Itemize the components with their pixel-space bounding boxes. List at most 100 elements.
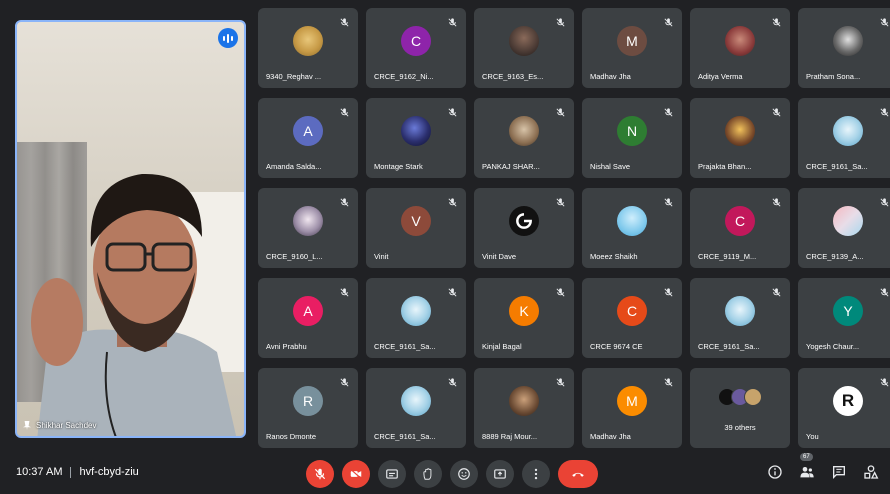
participant-tile[interactable]: PANKAJ SHAR... xyxy=(474,98,574,178)
participant-name: CRCE_9160_L... xyxy=(266,252,323,261)
meeting-details-button[interactable] xyxy=(766,463,784,481)
raise-hand-button[interactable] xyxy=(414,460,442,488)
avatar xyxy=(401,296,431,326)
leave-call-button[interactable] xyxy=(558,460,598,488)
participant-tile[interactable]: R Ranos Dmonte xyxy=(258,368,358,448)
participant-tile[interactable]: Y Yogesh Chaur... xyxy=(798,278,890,358)
mic-off-icon xyxy=(339,195,350,207)
mic-off-icon xyxy=(339,285,350,297)
participant-tile[interactable]: 9340_Reghav ... xyxy=(258,8,358,88)
participant-tile[interactable]: CRCE_9161_Sa... xyxy=(366,368,466,448)
others-label: 39 others xyxy=(724,423,756,432)
participant-tile[interactable]: CRCE_9161_Sa... xyxy=(798,98,890,178)
avatar xyxy=(833,116,863,146)
mic-off-icon xyxy=(771,195,782,207)
participant-tile[interactable]: CRCE_9163_Es... xyxy=(474,8,574,88)
participant-tile[interactable]: C CRCE_9162_Ni... xyxy=(366,8,466,88)
avatar: A xyxy=(293,296,323,326)
participant-tile[interactable]: A Avni Prabhu xyxy=(258,278,358,358)
more-options-button[interactable] xyxy=(522,460,550,488)
participant-name: Vinit xyxy=(374,252,389,261)
others-avatar-stack xyxy=(718,388,762,406)
others-tile[interactable]: 39 others xyxy=(690,368,790,448)
chat-button[interactable] xyxy=(830,463,848,481)
reactions-button[interactable] xyxy=(450,460,478,488)
present-screen-icon xyxy=(494,469,506,479)
participant-tile[interactable]: CRCE_9161_Sa... xyxy=(366,278,466,358)
participant-tile[interactable]: Montage Stark xyxy=(366,98,466,178)
side-panel-controls: 67 xyxy=(766,453,880,481)
avatar xyxy=(725,26,755,56)
participant-tile[interactable]: Moeez Shaikh xyxy=(582,188,682,268)
participant-tile[interactable]: CRCE_9161_Sa... xyxy=(690,278,790,358)
avatar-letter: R xyxy=(302,393,314,409)
participant-name: CRCE_9161_Sa... xyxy=(374,342,436,351)
mic-off-icon xyxy=(663,375,674,387)
participant-name: Madhav Jha xyxy=(590,432,631,441)
participant-tile[interactable]: Aditya Verma xyxy=(690,8,790,88)
speaking-indicator-icon xyxy=(218,28,238,48)
mic-off-icon xyxy=(339,105,350,117)
avatar-letter: C xyxy=(410,33,422,49)
participants-button[interactable]: 67 xyxy=(798,453,816,481)
participant-tile[interactable]: V Vinit xyxy=(366,188,466,268)
participant-tile[interactable]: 8889 Raj Mour... xyxy=(474,368,574,448)
mic-off-icon xyxy=(771,285,782,297)
more-vert-icon xyxy=(534,468,538,480)
avatar-letter: K xyxy=(519,303,529,319)
participant-tile[interactable]: CRCE_9139_A... xyxy=(798,188,890,268)
participant-name: Yogesh Chaur... xyxy=(806,342,860,351)
avatar-letter: V xyxy=(411,213,421,229)
mic-off-icon xyxy=(879,15,890,27)
self-tile[interactable]: R You xyxy=(798,368,890,448)
mic-toggle-button[interactable] xyxy=(306,460,334,488)
avatar: K xyxy=(509,296,539,326)
participant-name: CRCE_9161_Sa... xyxy=(374,432,436,441)
avatar: V xyxy=(401,206,431,236)
mic-off-icon xyxy=(879,195,890,207)
mic-off-icon xyxy=(663,15,674,27)
participant-name: Amanda Salda... xyxy=(266,162,322,171)
avatar-letter: M xyxy=(626,33,638,49)
participant-tile[interactable]: M Madhav Jha xyxy=(582,368,682,448)
participant-name: CRCE_9161_Sa... xyxy=(698,342,760,351)
participant-tile[interactable]: Prajakta Bhan... xyxy=(690,98,790,178)
avatar-letter: N xyxy=(626,123,638,139)
participant-tile[interactable]: CRCE_9160_L... xyxy=(258,188,358,268)
mic-off-icon xyxy=(555,15,566,27)
avatar: C xyxy=(617,296,647,326)
participant-tile[interactable]: Pratham Sona... xyxy=(798,8,890,88)
hang-up-icon xyxy=(572,472,584,477)
participant-name: CRCE_9119_M... xyxy=(698,252,757,261)
avatar xyxy=(509,206,539,236)
activities-button[interactable] xyxy=(862,463,880,481)
participant-tile[interactable]: M Madhav Jha xyxy=(582,8,682,88)
mic-off-icon xyxy=(447,375,458,387)
avatar: A xyxy=(293,116,323,146)
participant-tile[interactable]: N Nishal Save xyxy=(582,98,682,178)
emoji-icon xyxy=(458,468,470,480)
avatar xyxy=(401,116,431,146)
mic-off-icon xyxy=(447,15,458,27)
avatar xyxy=(617,206,647,236)
participant-name: Moeez Shaikh xyxy=(590,252,638,261)
clock-time: 10:37 AM xyxy=(16,466,63,478)
participant-name: PANKAJ SHAR... xyxy=(482,162,540,171)
pin-icon[interactable] xyxy=(23,421,31,430)
participant-tile[interactable]: C CRCE_9119_M... xyxy=(690,188,790,268)
avatar xyxy=(725,116,755,146)
participant-tile[interactable]: K Kinjal Bagal xyxy=(474,278,574,358)
camera-toggle-button[interactable] xyxy=(342,460,370,488)
participant-name: Ranos Dmonte xyxy=(266,432,317,441)
participant-tile[interactable]: A Amanda Salda... xyxy=(258,98,358,178)
captions-button[interactable] xyxy=(378,460,406,488)
active-speaker-video[interactable]: Shikhar Sachdev xyxy=(15,20,246,438)
participant-tile[interactable]: C CRCE 9674 CE xyxy=(582,278,682,358)
meeting-info: 10:37 AM hvf-cbyd-ziu xyxy=(16,466,139,478)
participant-tile[interactable]: Vinit Dave xyxy=(474,188,574,268)
avatar-letter: M xyxy=(626,393,638,409)
avatar-letter: A xyxy=(303,123,313,139)
mic-off-icon xyxy=(879,375,890,387)
present-button[interactable] xyxy=(486,460,514,488)
mic-off-icon xyxy=(555,195,566,207)
